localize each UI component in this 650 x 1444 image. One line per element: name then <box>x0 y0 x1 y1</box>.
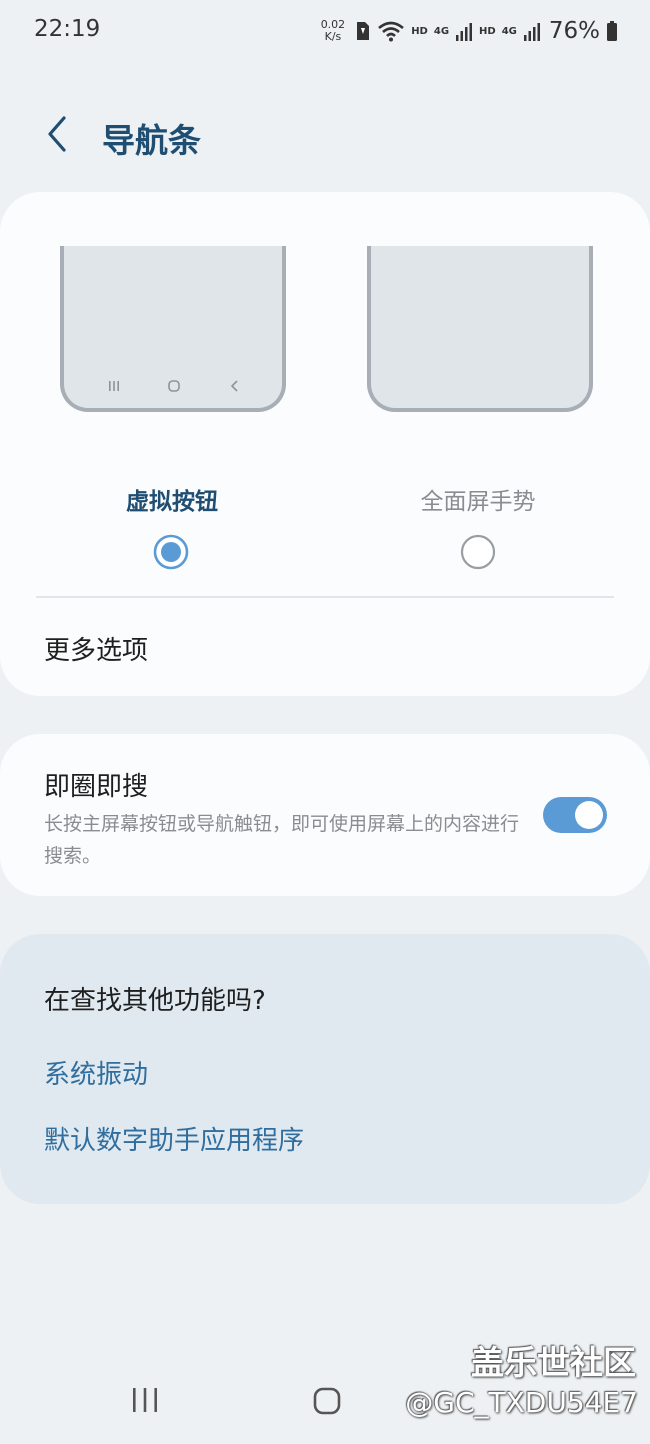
status-time: 22:19 <box>34 16 101 42</box>
speed-unit: K/s <box>324 30 342 43</box>
gestures-preview[interactable] <box>367 246 593 412</box>
recent-apps-icon[interactable] <box>130 1386 160 1418</box>
link-default-assistant[interactable]: 默认数字助手应用程序 <box>44 1120 304 1157</box>
network-type-1: 4G <box>433 25 450 37</box>
back-nav-icon <box>229 378 241 397</box>
network-speed: 0.02 K/s <box>321 19 346 43</box>
radio-buttons-selected[interactable] <box>153 534 189 570</box>
chevron-left-icon[interactable] <box>40 114 74 154</box>
signal-icon <box>455 21 473 41</box>
battery-icon <box>606 20 618 42</box>
watermark-title: 盖乐世社区 <box>471 1343 636 1382</box>
buttons-preview[interactable] <box>60 246 286 412</box>
status-icons: 0.02 K/s HD 4G HD 4G 76% <box>321 14 618 48</box>
navigation-type-card: 虚拟按钮 全面屏手势 更多选项 <box>0 192 650 696</box>
wifi-icon <box>377 19 405 43</box>
hd-label-2: HD <box>479 25 496 37</box>
home-icon[interactable] <box>312 1386 342 1420</box>
hd-label-1: HD <box>411 25 428 37</box>
status-bar: 22:19 0.02 K/s HD 4G HD 4G 76% <box>0 0 650 62</box>
circle-to-search-card[interactable]: 即圈即搜 长按主屏幕按钮或导航触钮，即可使用屏幕上的内容进行搜索。 <box>0 734 650 896</box>
circle-to-search-toggle[interactable] <box>543 797 607 833</box>
system-nav-bar <box>0 1380 650 1420</box>
divider <box>36 596 614 598</box>
battery-percent: 76% <box>548 18 600 44</box>
page-title: 导航条 <box>102 121 201 160</box>
network-type-2: 4G <box>501 25 517 37</box>
suggestions-title: 在查找其他功能吗? <box>44 986 266 1016</box>
preview-nav-buttons <box>64 378 282 394</box>
suggestions-card: 在查找其他功能吗? 系统振动 默认数字助手应用程序 <box>0 934 650 1204</box>
radio-gestures[interactable] <box>460 534 496 570</box>
recent-apps-icon <box>108 378 120 397</box>
circle-to-search-title: 即圈即搜 <box>44 772 149 802</box>
more-options-item[interactable]: 更多选项 <box>44 630 148 667</box>
circle-to-search-description: 长按主屏幕按钮或导航触钮，即可使用屏幕上的内容进行搜索。 <box>44 813 520 867</box>
toggle-knob <box>575 801 603 829</box>
sim-icon <box>355 20 371 42</box>
header: 导航条 <box>0 100 650 176</box>
link-system-vibration[interactable]: 系统振动 <box>44 1054 148 1091</box>
home-icon <box>167 378 181 397</box>
option-gestures-label[interactable]: 全面屏手势 <box>368 482 588 516</box>
signal-icon <box>523 21 541 41</box>
option-buttons-label[interactable]: 虚拟按钮 <box>62 482 282 516</box>
